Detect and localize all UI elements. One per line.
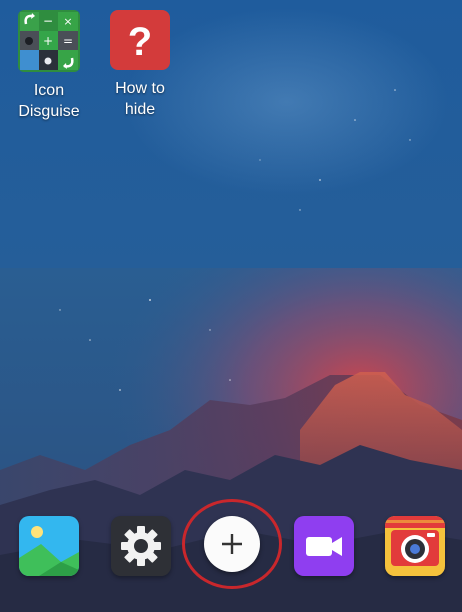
dock-gallery[interactable] bbox=[19, 516, 79, 576]
svg-text:−: − bbox=[43, 14, 53, 28]
svg-text:×: × bbox=[63, 15, 72, 28]
add-icon bbox=[222, 534, 242, 554]
gallery-icon bbox=[19, 516, 79, 576]
home-screen: − × + = Icon Disguise ? How to hide bbox=[0, 0, 462, 612]
svg-text:=: = bbox=[63, 34, 73, 48]
dock-camera[interactable] bbox=[385, 516, 445, 576]
question-mark-icon: ? bbox=[110, 10, 170, 70]
dock-video[interactable] bbox=[294, 516, 354, 576]
svg-text:+: + bbox=[43, 34, 53, 48]
dock-settings[interactable] bbox=[111, 516, 171, 576]
app-icon-how-to-hide[interactable]: ? How to hide bbox=[100, 10, 180, 120]
settings-gear-icon bbox=[111, 516, 171, 576]
add-button[interactable] bbox=[204, 516, 260, 572]
camera-icon bbox=[385, 516, 445, 576]
svg-text:?: ? bbox=[128, 20, 152, 64]
video-camera-icon bbox=[294, 516, 354, 576]
app-icon-disguise[interactable]: − × + = Icon Disguise bbox=[9, 10, 89, 122]
calculator-disguise-icon: − × + = bbox=[18, 10, 80, 72]
app-label-how-to-hide: How to hide bbox=[115, 80, 165, 118]
add-button-highlight bbox=[182, 499, 282, 589]
app-label-icon-disguise: Icon Disguise bbox=[18, 82, 80, 120]
